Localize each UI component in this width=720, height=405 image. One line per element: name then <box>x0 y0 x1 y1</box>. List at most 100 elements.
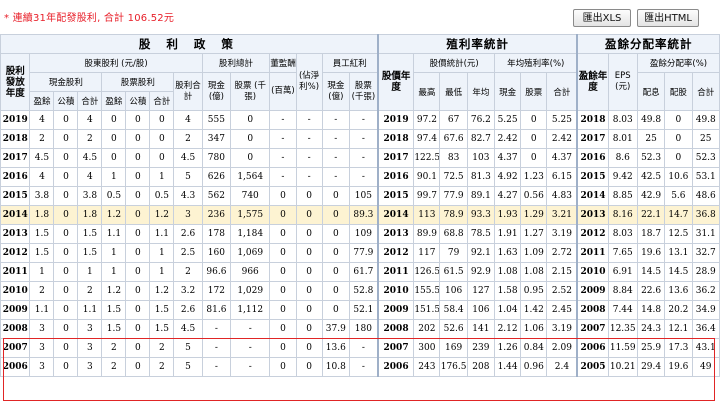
table-cell: 2 <box>149 338 175 358</box>
table-cell: 626 <box>201 167 232 187</box>
table-cell: 2014 <box>0 205 31 225</box>
employee-bonus-header: 員工紅利 <box>321 53 379 73</box>
table-cell: 61.7 <box>348 262 379 282</box>
table-cell: 0 <box>53 357 79 377</box>
table-cell: 1.91 <box>494 224 522 244</box>
table-cell: 0 <box>125 338 151 358</box>
employee-cash-header: 現金 (億) <box>321 72 350 111</box>
payout-rate-header: 盈餘分配率(%) <box>636 53 720 73</box>
table-cell: 1.8 <box>29 205 55 225</box>
table-cell: 4.37 <box>546 148 578 168</box>
stock-total-header: 合計 <box>149 91 175 111</box>
table-cell: 0.96 <box>520 357 548 377</box>
table-cell: 122.5 <box>413 148 441 168</box>
table-cell: 2015 <box>576 167 609 187</box>
table-cell: 7.65 <box>607 243 638 263</box>
table-cell: 141 <box>466 319 496 339</box>
table-cell: 4 <box>29 110 55 130</box>
table-cell: 3.2 <box>173 281 203 301</box>
table-cell: 14.7 <box>664 205 693 225</box>
table-cell: 17.3 <box>664 338 693 358</box>
table-cell: 4.5 <box>173 319 203 339</box>
table-cell: 0 <box>520 148 548 168</box>
table-cell: - <box>269 110 297 130</box>
table-cell: 8.85 <box>607 186 638 206</box>
table-cell: 96.6 <box>201 262 232 282</box>
table-row: 2016 4 0 4 1 0 1 5 626 1,564- - - -2016 90.1 72.5 81.3 4… <box>0 167 720 187</box>
yield-cash-header: 現金 <box>494 72 522 111</box>
table-cell: 2005 <box>576 357 609 377</box>
dividend-table: 股 利 政 策 殖利率統計 盈餘分配率統計 股利發放年度 股東股利 (元/股) … <box>0 34 720 377</box>
table-cell: 4.37 <box>494 148 522 168</box>
table-cell: 3 <box>77 319 103 339</box>
table-cell: 2.72 <box>546 243 578 263</box>
table-cell: 49 <box>691 357 720 377</box>
table-cell: 2.4 <box>546 357 578 377</box>
table-cell: 0 <box>269 300 297 320</box>
table-cell: 5.6 <box>664 186 693 206</box>
cash-surplus-header: 盈餘 <box>29 91 55 111</box>
table-cell: 77.9 <box>439 186 468 206</box>
table-cell: 0 <box>53 300 79 320</box>
table-cell: 36.2 <box>691 281 720 301</box>
table-cell: 20.2 <box>664 300 693 320</box>
table-cell: 562 <box>201 186 232 206</box>
toolbar: * 連續31年配發股利, 合計 106.52元 匯出XLS 匯出HTML <box>0 0 720 34</box>
table-cell: 0 <box>101 129 127 149</box>
table-cell: 22.6 <box>636 281 666 301</box>
table-cell: 202 <box>413 319 441 339</box>
director-pay-header: 董監酬勞 <box>269 53 297 73</box>
table-cell: 300 <box>413 338 441 358</box>
table-cell: 2.45 <box>546 300 578 320</box>
table-cell: 12.5 <box>664 224 693 244</box>
table-cell: 0 <box>295 224 323 244</box>
table-cell: 8.01 <box>607 129 638 149</box>
table-cell: - <box>201 338 232 358</box>
net-profit-pct-header: (佔淨利%) <box>295 53 323 111</box>
table-cell: 117 <box>413 243 441 263</box>
table-cell: 1.5 <box>29 243 55 263</box>
table-cell: 1 <box>29 262 55 282</box>
table-cell: 97.4 <box>413 129 441 149</box>
table-cell: 0 <box>125 205 151 225</box>
table-cell: 0 <box>53 167 79 187</box>
table-cell: 1.1 <box>29 300 55 320</box>
table-cell: 3 <box>173 205 203 225</box>
table-cell: 89.1 <box>466 186 496 206</box>
table-cell: 2006 <box>376 357 415 377</box>
table-cell: 2.09 <box>546 338 578 358</box>
export-html-button[interactable]: 匯出HTML <box>637 9 699 27</box>
table-cell: 3 <box>29 338 55 358</box>
table-cell: 740 <box>230 186 271 206</box>
table-cell: 2009 <box>576 281 609 301</box>
table-cell: 14.5 <box>664 262 693 282</box>
table-cell: 2.52 <box>546 281 578 301</box>
table-cell: 2006 <box>0 357 31 377</box>
export-xls-button[interactable]: 匯出XLS <box>573 9 631 27</box>
table-cell: 3.21 <box>546 205 578 225</box>
table-cell: 3 <box>77 338 103 358</box>
table-cell: 1.1 <box>77 300 103 320</box>
table-cell: - <box>295 110 323 130</box>
table-cell: 1.2 <box>149 281 175 301</box>
table-cell: 106 <box>466 300 496 320</box>
table-row: 2007 3 0 3 2 0 2 5- -0 0 13.6-2007 300 169 239 1.26 0.8… <box>0 338 720 358</box>
table-cell: 0 <box>295 357 323 377</box>
table-cell: 0 <box>125 281 151 301</box>
table-cell: 29.4 <box>636 357 666 377</box>
table-cell: - <box>348 167 379 187</box>
table-cell: 1,184 <box>230 224 271 244</box>
table-cell: 2 <box>77 281 103 301</box>
table-cell: 19.6 <box>636 243 666 263</box>
table-cell: 3.8 <box>77 186 103 206</box>
table-cell: 0 <box>53 129 79 149</box>
table-row: 2011 1 0 1 1 0 1 2 96.6 966 0 0 0 61.7 2011 126.5 61.5 92… <box>0 262 720 282</box>
table-cell: 1.42 <box>520 300 548 320</box>
table-row: 2013 1.5 0 1.5 1.1 0 1.1 2.6 178 1,184 0 0 0 109 2013 8… <box>0 224 720 244</box>
stock-thousand-header: 股票 (千張) <box>230 72 271 111</box>
table-cell: 0 <box>53 110 79 130</box>
table-cell: 0.95 <box>520 281 548 301</box>
table-cell: 81.3 <box>466 167 496 187</box>
dividend-summary-note: * 連續31年配發股利, 合計 106.52元 <box>4 13 175 24</box>
table-cell: - <box>348 357 379 377</box>
